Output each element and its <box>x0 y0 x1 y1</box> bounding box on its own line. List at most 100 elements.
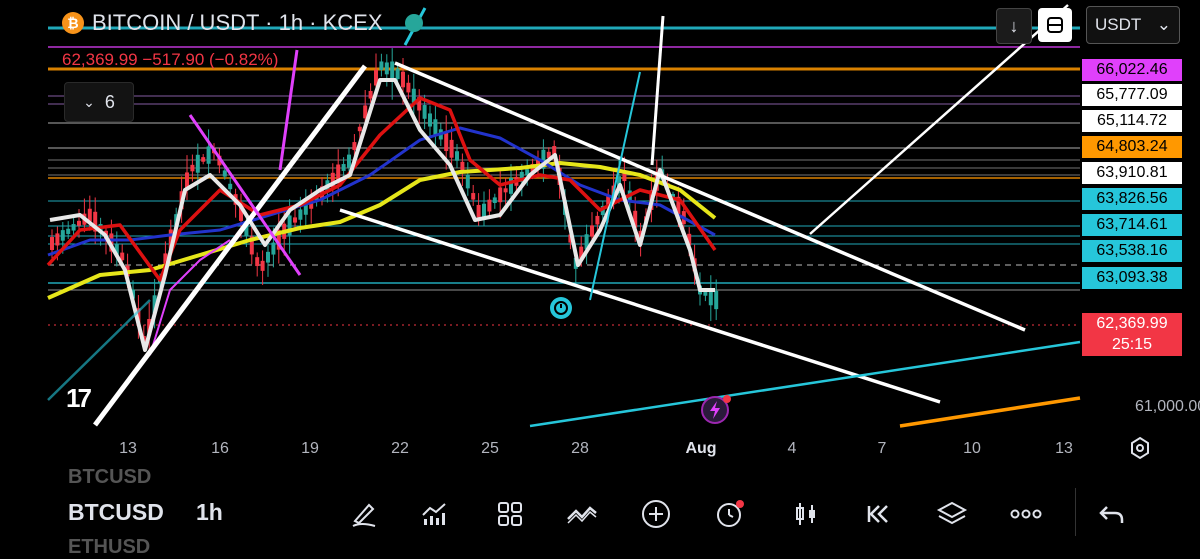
candle-body <box>465 174 470 189</box>
price-level-label: 65,114.72 <box>1082 110 1182 132</box>
price-level-label: 62,369.99 <box>1082 313 1182 335</box>
price-level-label: 63,714.61 <box>1082 214 1182 236</box>
price-level-label: 63,538.16 <box>1082 240 1182 262</box>
alerts-button[interactable] <box>710 494 750 534</box>
symbol-list-next[interactable]: ETHUSD <box>68 536 150 559</box>
candle-body <box>271 242 276 255</box>
timeframe-selector[interactable]: 1h <box>196 499 223 526</box>
candle-body <box>492 197 497 203</box>
candle-body <box>55 233 60 246</box>
price-level-label: 64,803.24 <box>1082 136 1182 158</box>
cyan-trendline <box>589 71 641 301</box>
cyan-trendline <box>529 340 1081 428</box>
download-button[interactable]: ↓ <box>996 8 1032 44</box>
candle-body <box>255 257 260 267</box>
candle-body <box>298 209 303 220</box>
more-button[interactable] <box>1006 494 1046 534</box>
date-axis-label: 13 <box>1055 440 1073 457</box>
candle-body <box>266 251 270 263</box>
candle-body <box>201 157 206 162</box>
candle-body <box>368 90 373 99</box>
arrow-down-icon: ↓ <box>1009 15 1019 36</box>
candle-body <box>60 230 65 241</box>
candle-body <box>77 220 81 226</box>
candle-body <box>206 146 211 164</box>
candle-body <box>428 113 432 127</box>
candle-body <box>352 142 357 151</box>
candle-body <box>449 139 454 158</box>
drawing-tools-button[interactable] <box>344 494 384 534</box>
candle-body <box>498 187 503 203</box>
price-level-label: 25:15 <box>1082 334 1182 356</box>
fullscreen-icon <box>1047 17 1063 33</box>
chart-header: ₿ BITCOIN / USDT · 1h · KCEX <box>62 10 423 36</box>
candle-body <box>293 217 297 223</box>
chart-settings-button[interactable] <box>1128 436 1152 460</box>
gear-icon <box>1131 436 1149 460</box>
add-button[interactable] <box>636 494 676 534</box>
price-level-label: 63,910.81 <box>1082 162 1182 184</box>
tradingview-logo: 17 <box>66 383 92 413</box>
candle-body <box>347 154 351 168</box>
symbol-list-prev[interactable]: BTCUSD <box>68 466 151 489</box>
layers-button[interactable] <box>932 494 972 534</box>
candle-body <box>50 237 54 250</box>
candle-body <box>222 170 227 177</box>
candle-body <box>487 199 492 212</box>
alert-icon <box>717 500 744 527</box>
alarm-icon[interactable] <box>548 294 574 320</box>
templates-button[interactable] <box>490 494 530 534</box>
date-axis-label: 19 <box>301 440 319 457</box>
undo-icon <box>1099 506 1124 523</box>
price-level-label: 63,826.56 <box>1082 188 1182 210</box>
price-level-label: 63,093.38 <box>1082 267 1182 289</box>
indicators-icon <box>422 503 446 525</box>
candle-body <box>406 82 411 93</box>
orange-trendline <box>899 396 1081 428</box>
symbol-selector[interactable]: BTCUSD <box>68 499 164 526</box>
date-axis-label: 25 <box>481 440 499 457</box>
replay-button[interactable] <box>858 494 898 534</box>
undo-button[interactable] <box>1092 494 1132 534</box>
date-axis-label: 16 <box>211 440 229 457</box>
indicators-toggle[interactable]: ⌄ 6 <box>64 82 134 122</box>
replay-icon <box>867 505 888 523</box>
candle-body <box>190 164 195 172</box>
chart-area[interactable]: ₿ BITCOIN / USDT · 1h · KCEX 62,369.99 −… <box>0 0 1200 470</box>
candle-body <box>260 260 265 271</box>
candle-body <box>595 215 600 225</box>
candle-body <box>433 119 438 136</box>
chart-type-button[interactable] <box>562 494 602 534</box>
candle-body <box>66 228 71 234</box>
candle-body <box>195 154 200 173</box>
candle-body <box>390 61 395 81</box>
add-icon <box>642 500 670 528</box>
currency-select[interactable]: USDT ⌄ <box>1086 6 1180 44</box>
indicators-count: 6 <box>104 91 115 112</box>
candle-body <box>357 126 362 132</box>
candle-body <box>422 105 427 119</box>
flash-event-icon[interactable] <box>700 393 732 425</box>
candle-body <box>476 204 481 218</box>
toolbar-divider <box>1075 488 1076 536</box>
candles-button[interactable] <box>786 494 826 534</box>
price-level-label: 66,022.46 <box>1082 59 1182 81</box>
symbol-title[interactable]: BITCOIN / USDT · 1h · KCEX <box>92 10 383 36</box>
candle-body <box>455 151 459 161</box>
bottom-toolbar: BTCUSD BTCUSD ETHUSD 1h <box>0 466 1200 558</box>
price-change-readout: 62,369.99 −517.90 (−0.82%) <box>62 50 279 69</box>
market-status-icon <box>404 14 423 32</box>
fullscreen-button[interactable] <box>1038 8 1072 42</box>
candle-body <box>379 61 384 70</box>
pencil-icon <box>352 503 376 527</box>
trend-icon <box>567 506 597 524</box>
candle-body <box>71 224 76 231</box>
indicators-button[interactable] <box>414 494 454 534</box>
price-chart[interactable] <box>0 0 1200 470</box>
moving-average-white <box>49 78 715 352</box>
candle-body <box>395 68 400 80</box>
spike-line <box>650 15 665 166</box>
date-axis-label: 22 <box>391 440 409 457</box>
candle-body <box>384 62 389 75</box>
currency-label: USDT <box>1095 15 1142 34</box>
